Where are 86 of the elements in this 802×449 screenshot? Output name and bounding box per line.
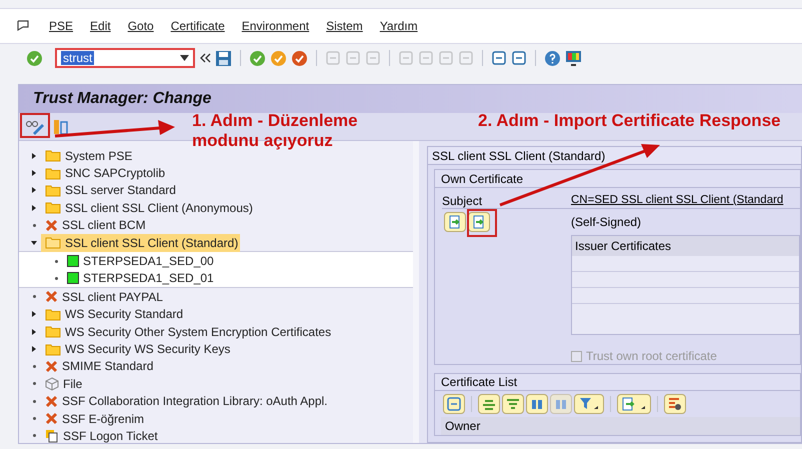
- tools-icon[interactable]: [53, 118, 69, 134]
- tree-item[interactable]: SMIME Standard: [41, 357, 156, 376]
- tree-item[interactable]: SSL server Standard: [41, 181, 178, 200]
- status-square-icon: [67, 255, 79, 268]
- sort-ascending-icon[interactable]: [478, 394, 500, 414]
- tree-item[interactable]: SSF Collaboration Integration Library: oAuth Appl.: [41, 392, 330, 410]
- layout-icon[interactable]: [664, 394, 686, 414]
- menu-item[interactable]: Edit: [90, 17, 111, 35]
- folder-icon: [45, 201, 61, 214]
- folder-icon: [45, 308, 61, 321]
- bullet-icon: [54, 276, 58, 280]
- expand-arrow-icon[interactable]: [31, 187, 37, 194]
- cross-icon: [45, 412, 58, 426]
- menu-item[interactable]: Certificate: [170, 17, 225, 35]
- expand-arrow-icon[interactable]: [31, 346, 37, 352]
- expand-arrow-icon[interactable]: [31, 311, 37, 318]
- group-title: Certificate List: [435, 374, 800, 391]
- highlight-frame: [20, 113, 50, 138]
- folder-icon: [45, 184, 61, 197]
- import-response-icon[interactable]: [468, 212, 490, 232]
- tree-item[interactable]: SSF E-öğrenim: [41, 410, 146, 428]
- menu-item[interactable]: Sistem: [326, 17, 363, 35]
- dropdown-caret-icon[interactable]: [180, 55, 189, 61]
- collapse-arrow-icon[interactable]: [31, 240, 37, 246]
- monitor-icon[interactable]: [565, 50, 582, 66]
- status-text: (Self-Signed): [571, 214, 642, 231]
- subject-field[interactable]: CN=SED SSL client SSL Client (Standard: [571, 192, 800, 209]
- tree-item[interactable]: WS Security Standard: [41, 305, 186, 324]
- expand-arrow-icon[interactable]: [31, 170, 37, 176]
- expand-arrow-icon[interactable]: [31, 204, 37, 211]
- command-field[interactable]: strust: [55, 48, 195, 68]
- bullet-icon: [32, 417, 36, 420]
- bullet-icon: [32, 400, 36, 403]
- folder-icon: [45, 166, 61, 180]
- export-icon[interactable]: [617, 394, 651, 414]
- tree-item[interactable]: WS Security Other System Encryption Certificates: [41, 322, 334, 341]
- menu-item[interactable]: Goto: [128, 17, 154, 35]
- tree-item[interactable]: STERPSEDA1_SED_01: [63, 269, 216, 288]
- tree-item[interactable]: SNC SAPCryptolib: [41, 164, 168, 182]
- filter-icon[interactable]: [574, 394, 604, 414]
- tree-item[interactable]: SSF Logon Ticket: [41, 426, 160, 445]
- cross-icon: [45, 290, 58, 304]
- panel-title: SSL client SSL Client (Standard): [428, 147, 801, 165]
- menu-item[interactable]: PSE: [49, 17, 74, 35]
- tree-item[interactable]: WS Security WS Security Keys: [41, 340, 232, 358]
- tree-item[interactable]: SSL client SSL Client (Standard): [41, 234, 240, 252]
- bullet-icon: [54, 260, 58, 263]
- expand-arrow-icon[interactable]: [31, 328, 37, 335]
- highlight-frame: [467, 209, 497, 237]
- cube-icon: [45, 376, 59, 391]
- bullet-icon: [32, 364, 36, 368]
- column-header: Owner: [441, 417, 800, 435]
- title-bar: Trust Manager: Change: [19, 85, 802, 113]
- tree-item[interactable]: System PSE: [41, 146, 134, 165]
- expand-arrow-icon[interactable]: [31, 152, 37, 159]
- menu-item[interactable]: Yardım: [380, 17, 418, 35]
- glasses-pencil-icon[interactable]: [25, 118, 45, 134]
- group-title: Own Certificate: [435, 170, 800, 188]
- annotation-text: 2. Adım - Import Certificate Response: [478, 110, 781, 132]
- bullet-icon: [32, 295, 36, 298]
- tree-item[interactable]: File: [41, 374, 84, 393]
- enter-icon[interactable]: [26, 50, 43, 66]
- bullet-icon: [32, 382, 36, 386]
- bullet-icon: [32, 224, 36, 227]
- folder-icon: [45, 325, 61, 338]
- tree-item[interactable]: STERPSEDA1_SED_00: [63, 252, 216, 270]
- help-icon[interactable]: [544, 50, 561, 66]
- column-header: Issuer Certificates: [572, 236, 799, 256]
- annotation-text: 1. Adım - Düzenleme modunu açıyoruz: [192, 111, 359, 151]
- tree-item[interactable]: SSL client SSL Client (Anonymous): [41, 198, 255, 217]
- save-icon[interactable]: [215, 50, 232, 66]
- import-icon[interactable]: [444, 212, 466, 232]
- folder-icon: [45, 149, 61, 162]
- status-square-icon: [67, 272, 79, 284]
- sort-descending-icon[interactable]: [502, 394, 524, 414]
- cross-icon: [45, 218, 58, 232]
- tree-item[interactable]: SSL client BCM: [41, 216, 148, 234]
- cross-icon: [45, 394, 58, 408]
- bullet-icon: [32, 434, 36, 438]
- collapse-chevron-icon[interactable]: [199, 53, 211, 63]
- cross-icon: [45, 360, 58, 373]
- field-label: Subject: [442, 192, 571, 209]
- checkbox-label: Trust own root certificate: [586, 348, 717, 365]
- tree-item[interactable]: SSL client PAYPAL: [41, 288, 165, 306]
- folder-icon: [45, 342, 61, 356]
- menu-item[interactable]: Environment: [242, 17, 310, 35]
